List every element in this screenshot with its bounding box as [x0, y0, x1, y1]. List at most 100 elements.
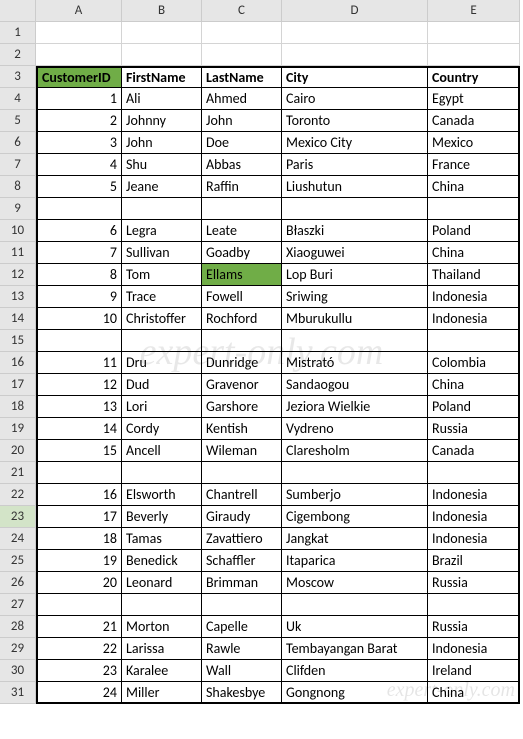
city-cell[interactable]: Sriwing — [282, 286, 428, 308]
city-cell[interactable]: Paris — [282, 154, 428, 176]
firstname-cell[interactable]: Dud — [122, 374, 202, 396]
row-header[interactable]: 20 — [0, 440, 36, 462]
firstname-cell[interactable]: Miller — [122, 682, 202, 704]
city-cell[interactable] — [282, 330, 428, 352]
country-cell[interactable]: Russia — [428, 616, 520, 638]
firstname-cell[interactable]: Tom — [122, 264, 202, 286]
country-cell[interactable]: Colombia — [428, 352, 520, 374]
country-cell[interactable]: Indonesia — [428, 308, 520, 330]
lastname-cell[interactable]: Brimman — [202, 572, 282, 594]
city-cell[interactable]: Clifden — [282, 660, 428, 682]
firstname-cell[interactable]: Leonard — [122, 572, 202, 594]
lastname-cell[interactable]: John — [202, 110, 282, 132]
lastname-cell[interactable] — [202, 594, 282, 616]
firstname-cell[interactable]: Trace — [122, 286, 202, 308]
row-header[interactable]: 22 — [0, 484, 36, 506]
city-cell[interactable]: Błaszki — [282, 220, 428, 242]
city-cell[interactable]: Mexico City — [282, 132, 428, 154]
country-cell[interactable] — [428, 462, 520, 484]
empty-cell[interactable] — [122, 22, 202, 44]
lastname-cell[interactable]: Capelle — [202, 616, 282, 638]
customerid-cell[interactable]: 1 — [36, 88, 122, 110]
customerid-cell[interactable]: 11 — [36, 352, 122, 374]
city-cell[interactable]: Jeziora Wielkie — [282, 396, 428, 418]
empty-cell[interactable] — [428, 44, 520, 66]
firstname-cell[interactable]: John — [122, 132, 202, 154]
customerid-cell[interactable]: 7 — [36, 242, 122, 264]
firstname-cell[interactable]: Cordy — [122, 418, 202, 440]
country-cell[interactable]: China — [428, 242, 520, 264]
lastname-cell[interactable] — [202, 462, 282, 484]
row-header[interactable]: 24 — [0, 528, 36, 550]
firstname-cell[interactable]: Ali — [122, 88, 202, 110]
row-header[interactable]: 13 — [0, 286, 36, 308]
table-header[interactable]: LastName — [202, 66, 282, 88]
empty-cell[interactable] — [122, 44, 202, 66]
firstname-cell[interactable]: Larissa — [122, 638, 202, 660]
city-cell[interactable]: Mburukullu — [282, 308, 428, 330]
empty-cell[interactable] — [36, 44, 122, 66]
lastname-cell[interactable]: Gravenor — [202, 374, 282, 396]
customerid-cell[interactable]: 14 — [36, 418, 122, 440]
city-cell[interactable]: Claresholm — [282, 440, 428, 462]
country-cell[interactable]: Indonesia — [428, 528, 520, 550]
customerid-cell[interactable]: 16 — [36, 484, 122, 506]
country-cell[interactable]: China — [428, 682, 520, 704]
city-cell[interactable]: Itaparica — [282, 550, 428, 572]
empty-cell[interactable] — [428, 22, 520, 44]
city-cell[interactable]: Vydreno — [282, 418, 428, 440]
row-header[interactable]: 16 — [0, 352, 36, 374]
city-cell[interactable]: Liushutun — [282, 176, 428, 198]
country-cell[interactable]: Poland — [428, 396, 520, 418]
firstname-cell[interactable]: Karalee — [122, 660, 202, 682]
row-header[interactable]: 5 — [0, 110, 36, 132]
firstname-cell[interactable]: Benedick — [122, 550, 202, 572]
customerid-cell[interactable]: 19 — [36, 550, 122, 572]
customerid-cell[interactable]: 15 — [36, 440, 122, 462]
customerid-cell[interactable] — [36, 198, 122, 220]
customerid-cell[interactable] — [36, 594, 122, 616]
country-cell[interactable]: Russia — [428, 572, 520, 594]
country-cell[interactable]: Indonesia — [428, 506, 520, 528]
column-header-A[interactable]: A — [36, 0, 122, 22]
city-cell[interactable]: Sumberjo — [282, 484, 428, 506]
country-cell[interactable]: Indonesia — [428, 484, 520, 506]
lastname-cell[interactable]: Kentish — [202, 418, 282, 440]
city-cell[interactable] — [282, 198, 428, 220]
firstname-cell[interactable] — [122, 330, 202, 352]
city-cell[interactable]: Sandaogou — [282, 374, 428, 396]
firstname-cell[interactable]: Elsworth — [122, 484, 202, 506]
lastname-cell[interactable]: Wileman — [202, 440, 282, 462]
customerid-cell[interactable]: 8 — [36, 264, 122, 286]
row-header[interactable]: 1 — [0, 22, 36, 44]
column-header-B[interactable]: B — [122, 0, 202, 22]
lastname-cell[interactable]: Rawle — [202, 638, 282, 660]
lastname-cell[interactable]: Shakesbye — [202, 682, 282, 704]
city-cell[interactable]: Mistrató — [282, 352, 428, 374]
country-cell[interactable]: France — [428, 154, 520, 176]
row-header[interactable]: 12 — [0, 264, 36, 286]
city-cell[interactable] — [282, 462, 428, 484]
firstname-cell[interactable]: Sullivan — [122, 242, 202, 264]
empty-cell[interactable] — [202, 22, 282, 44]
city-cell[interactable]: Uk — [282, 616, 428, 638]
lastname-cell[interactable]: Leate — [202, 220, 282, 242]
city-cell[interactable]: Xiaoguwei — [282, 242, 428, 264]
row-header[interactable]: 8 — [0, 176, 36, 198]
empty-cell[interactable] — [36, 22, 122, 44]
country-cell[interactable]: Indonesia — [428, 638, 520, 660]
city-cell[interactable] — [282, 594, 428, 616]
table-header[interactable]: CustomerID — [36, 66, 122, 88]
empty-cell[interactable] — [282, 44, 428, 66]
country-cell[interactable]: Canada — [428, 110, 520, 132]
city-cell[interactable]: Gongnong — [282, 682, 428, 704]
lastname-cell[interactable]: Garshore — [202, 396, 282, 418]
country-cell[interactable]: Poland — [428, 220, 520, 242]
customerid-cell[interactable]: 6 — [36, 220, 122, 242]
row-header[interactable]: 2 — [0, 44, 36, 66]
country-cell[interactable]: Brazil — [428, 550, 520, 572]
lastname-cell[interactable] — [202, 330, 282, 352]
firstname-cell[interactable]: Beverly — [122, 506, 202, 528]
firstname-cell[interactable]: Morton — [122, 616, 202, 638]
table-header[interactable]: Country — [428, 66, 520, 88]
